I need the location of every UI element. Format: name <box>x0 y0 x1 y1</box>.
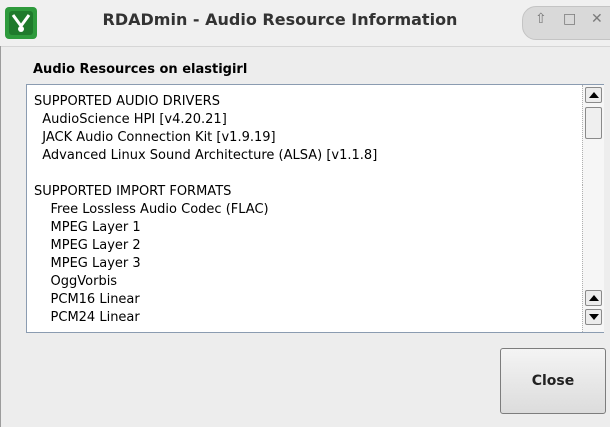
list-item: AudioScience HPI [v4.20.21] <box>34 112 227 127</box>
list-item: PCM24 Linear <box>34 310 140 325</box>
rdadmin-app-icon <box>5 7 37 39</box>
window-edge <box>0 46 1 427</box>
audio-resources-list[interactable]: SUPPORTED AUDIO DRIVERS AudioScience HPI… <box>26 84 604 333</box>
close-button[interactable]: Close <box>500 348 606 414</box>
list-item: MPEG Layer 2 <box>34 238 141 253</box>
audio-resource-dialog: RDADmin - Audio Resource Information ⇧ □… <box>0 0 610 427</box>
section-label: Audio Resources on elastigirl <box>33 62 248 77</box>
scroll-up-button[interactable] <box>585 87 602 103</box>
scroll-down-button[interactable] <box>585 309 602 325</box>
vertical-scrollbar[interactable] <box>582 85 604 185</box>
window-title: RDADmin - Audio Resource Information <box>102 10 458 29</box>
restore-icon[interactable]: ⇧ <box>535 11 547 27</box>
close-icon[interactable]: ✕ <box>591 11 603 27</box>
list-item: Free Lossless Audio Codec (FLAC) <box>34 202 269 217</box>
list-item: SUPPORTED AUDIO DRIVERS <box>34 94 220 109</box>
title-bar[interactable]: RDADmin - Audio Resource Information ⇧ □… <box>0 0 610 47</box>
list-item: OggVorbis <box>34 274 118 289</box>
list-item: MPEG Layer 3 <box>34 256 141 271</box>
maximize-icon[interactable]: □ <box>563 11 576 27</box>
list-item: SUPPORTED IMPORT FORMATS <box>34 184 232 199</box>
arrow-up-icon <box>589 295 599 301</box>
list-item: JACK Audio Connection Kit [v1.9.19] <box>34 130 276 145</box>
arrow-down-icon <box>589 314 599 320</box>
arrow-up-icon <box>589 92 599 98</box>
lower-scrollbar[interactable] <box>582 185 604 332</box>
list-content: SUPPORTED AUDIO DRIVERS AudioScience HPI… <box>34 93 579 327</box>
list-item: Advanced Linux Sound Architecture (ALSA)… <box>34 148 378 163</box>
scroll-up-button-lower[interactable] <box>585 290 602 306</box>
window-controls: ⇧ □ ✕ <box>522 6 610 40</box>
list-item: PCM16 Linear <box>34 292 140 307</box>
scroll-thumb[interactable] <box>585 107 602 139</box>
list-item: MPEG Layer 1 <box>34 220 141 235</box>
list-item <box>34 165 579 183</box>
